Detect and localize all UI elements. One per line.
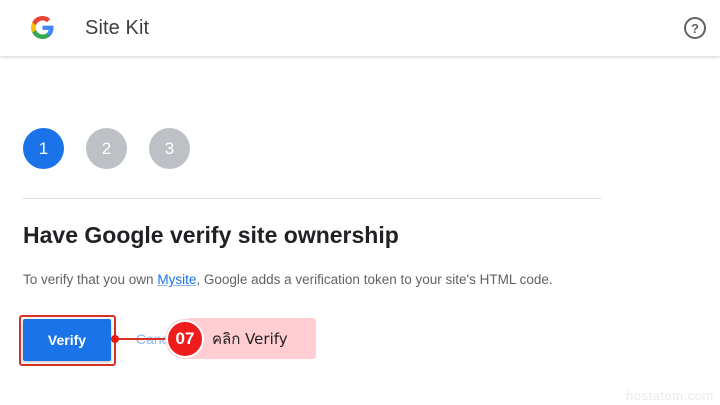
- description-text-end: , Google adds a verification token to yo…: [196, 272, 553, 287]
- page-heading: Have Google verify site ownership: [23, 222, 399, 248]
- annotation-connector: [116, 338, 172, 340]
- section-divider: [23, 198, 601, 199]
- site-name-link[interactable]: Mysite: [157, 272, 196, 287]
- description-text-start: To verify that you own: [23, 272, 158, 287]
- watermark: hostatom.com: [626, 388, 714, 403]
- step-1: 1: [23, 128, 64, 169]
- google-g-icon: [31, 16, 54, 39]
- verify-button[interactable]: Verify: [23, 319, 111, 361]
- help-button[interactable]: ?: [684, 17, 706, 39]
- app-header: Site Kit ?: [0, 0, 720, 56]
- annotation-label: คลิก Verify: [186, 318, 316, 359]
- step-3: 3: [149, 128, 190, 169]
- verify-description: To verify that you own Mysite, Google ad…: [23, 272, 553, 287]
- help-icon: ?: [691, 20, 699, 36]
- app-title: Site Kit: [85, 17, 150, 39]
- step-2: 2: [86, 128, 127, 169]
- annotation-dot: [111, 335, 119, 343]
- setup-main: 1 2 3 Have Google verify site ownership …: [0, 56, 720, 405]
- annotation-step-badge: 07: [166, 320, 204, 358]
